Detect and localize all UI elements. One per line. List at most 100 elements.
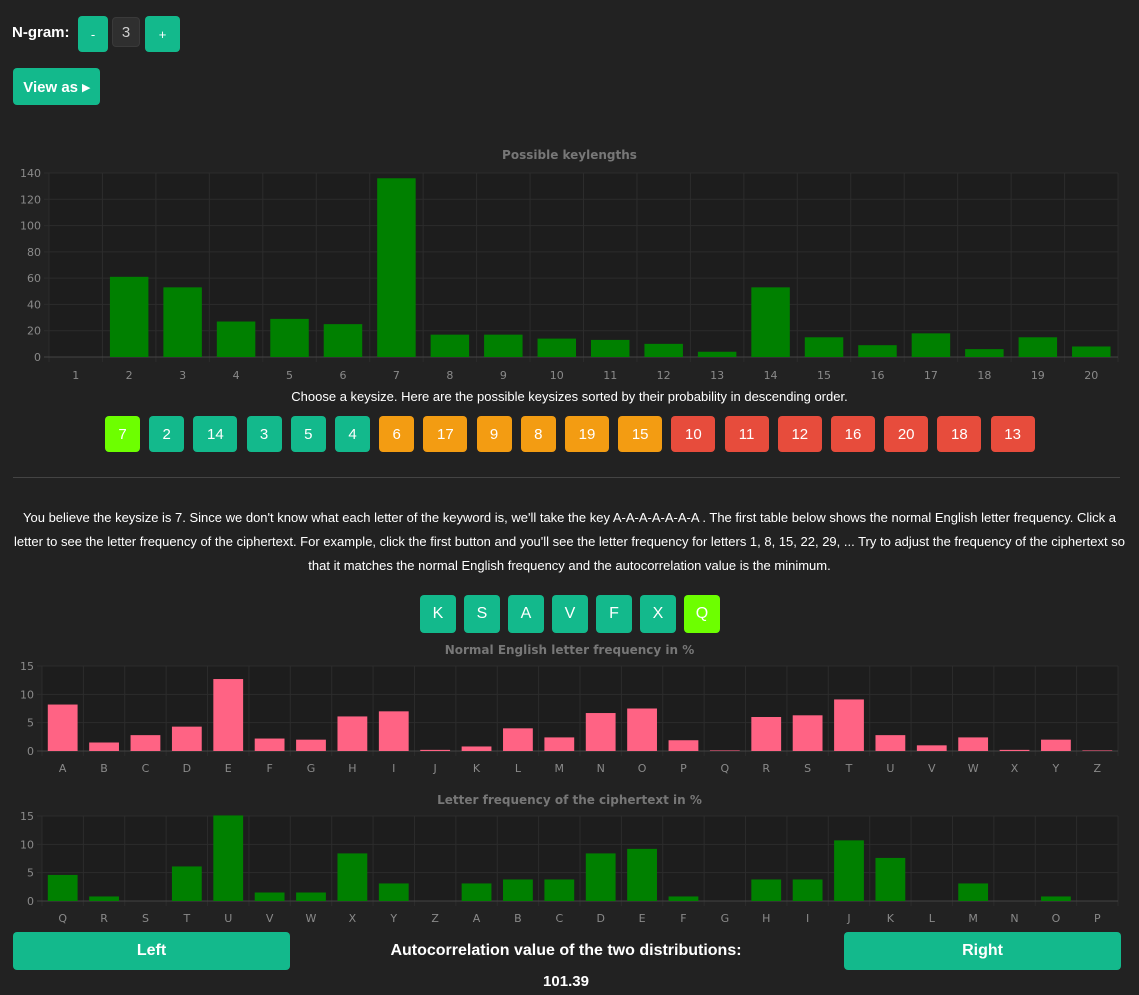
shift-left-button[interactable]: Left [13, 932, 290, 970]
x-tick-label: Q [721, 762, 730, 775]
y-tick-label: 5 [27, 717, 34, 730]
keysize-button[interactable]: 7 [105, 416, 140, 452]
x-tick-label: 10 [550, 369, 564, 382]
bar [216, 321, 256, 357]
english-frequency-chart: 0 5 10 15 A B C D E F G H I J K L M N O P Q R S T U V W X Y Z [20, 660, 1119, 775]
keysize-button[interactable]: 6 [379, 416, 415, 452]
keysize-button[interactable]: 10 [671, 416, 716, 452]
x-tick-label: D [596, 912, 604, 925]
keysize-button[interactable]: 13 [990, 416, 1035, 452]
keysize-button[interactable]: 19 [565, 416, 609, 452]
key-letter-button[interactable]: K [420, 595, 456, 633]
x-tick-label: 18 [977, 369, 991, 382]
bar [270, 318, 309, 357]
bar [171, 726, 202, 751]
bar [1041, 896, 1071, 901]
x-tick-label: 13 [710, 369, 724, 382]
x-tick-label: 5 [286, 369, 293, 382]
y-tick-label: 20 [27, 325, 41, 338]
bar [484, 334, 523, 357]
keysize-button[interactable]: 16 [831, 416, 875, 452]
key-letter-button[interactable]: A [508, 595, 544, 633]
bar [296, 739, 326, 751]
x-tick-label: 4 [233, 369, 240, 382]
bar [627, 708, 657, 751]
x-tick-label: 9 [500, 369, 507, 382]
keysize-button[interactable]: 11 [724, 416, 769, 452]
x-tick-label: V [266, 912, 274, 925]
bar [109, 276, 149, 357]
ngram-value: 3 [112, 17, 140, 47]
bar [461, 746, 492, 751]
key-letter-button[interactable]: S [464, 595, 500, 633]
x-tick-label: X [1011, 762, 1019, 775]
keysize-button[interactable]: 15 [618, 416, 663, 452]
x-tick-label: Y [389, 912, 397, 925]
bar [834, 840, 864, 901]
bar [254, 738, 285, 751]
x-tick-label: 15 [817, 369, 831, 382]
y-tick-label: 80 [27, 246, 41, 259]
bar [792, 879, 823, 901]
x-tick-label: H [348, 762, 356, 775]
x-tick-label: M [555, 762, 565, 775]
bar [1082, 750, 1113, 751]
bar [668, 896, 699, 901]
y-tick-label: 40 [27, 298, 41, 311]
ngram-decrement-button[interactable]: - [78, 16, 108, 52]
key-letter-button[interactable]: F [596, 595, 632, 633]
bar [804, 337, 844, 357]
key-letter-button[interactable]: X [640, 595, 676, 633]
key-letter-button[interactable]: Q [684, 595, 720, 633]
bar [47, 704, 78, 751]
x-tick-label: 7 [393, 369, 400, 382]
x-tick-label: 3 [179, 369, 186, 382]
bar [585, 713, 616, 751]
bar [585, 853, 616, 901]
x-tick-label: X [349, 912, 357, 925]
view-as-button[interactable]: View as ▸ [13, 68, 100, 105]
x-tick-label: H [762, 912, 770, 925]
bar [323, 324, 363, 357]
ngram-increment-button[interactable]: + [145, 16, 180, 52]
keysize-button[interactable]: 9 [476, 416, 512, 452]
x-tick-label: S [804, 762, 811, 775]
bar [1041, 739, 1071, 751]
bar [627, 848, 657, 901]
y-tick-label: 10 [20, 838, 34, 851]
keysize-button[interactable]: 4 [335, 416, 370, 452]
bar [503, 728, 533, 751]
shift-right-button[interactable]: Right [844, 932, 1121, 970]
x-tick-label: J [846, 912, 850, 925]
bar [213, 679, 244, 751]
y-tick-label: 15 [20, 810, 34, 823]
ciphertext-frequency-chart: 0 5 10 15 Q R S T U V W X Y Z A B C D E F G H I J K L M N O P [20, 810, 1119, 925]
bar [430, 334, 470, 357]
y-tick-label: 0 [27, 895, 34, 908]
bar [590, 339, 630, 357]
y-tick-label: 140 [20, 167, 41, 180]
keysize-button[interactable]: 14 [193, 416, 238, 452]
bar [47, 874, 78, 901]
keysize-button[interactable]: 18 [937, 416, 982, 452]
explanation-text: You believe the keysize is 7. Since we d… [14, 510, 1125, 573]
x-tick-label: 16 [870, 369, 884, 382]
bar [377, 178, 416, 357]
keysize-button[interactable]: 12 [777, 416, 822, 452]
x-tick-label: 2 [126, 369, 133, 382]
x-tick-label: D [183, 762, 191, 775]
bar [89, 896, 119, 901]
x-tick-label: U [224, 912, 232, 925]
x-tick-label: B [100, 762, 108, 775]
key-letter-button[interactable]: V [552, 595, 588, 633]
x-tick-label: B [514, 912, 522, 925]
keysize-button[interactable]: 5 [290, 416, 326, 452]
y-tick-label: 5 [27, 867, 34, 880]
keysize-button[interactable]: 8 [520, 416, 556, 452]
keysize-button[interactable]: 2 [149, 416, 185, 452]
keysize-button[interactable]: 3 [246, 416, 282, 452]
keysize-button[interactable]: 20 [884, 416, 929, 452]
bar [420, 749, 451, 751]
keysize-button[interactable]: 17 [423, 416, 468, 452]
x-tick-label: C [142, 762, 150, 775]
